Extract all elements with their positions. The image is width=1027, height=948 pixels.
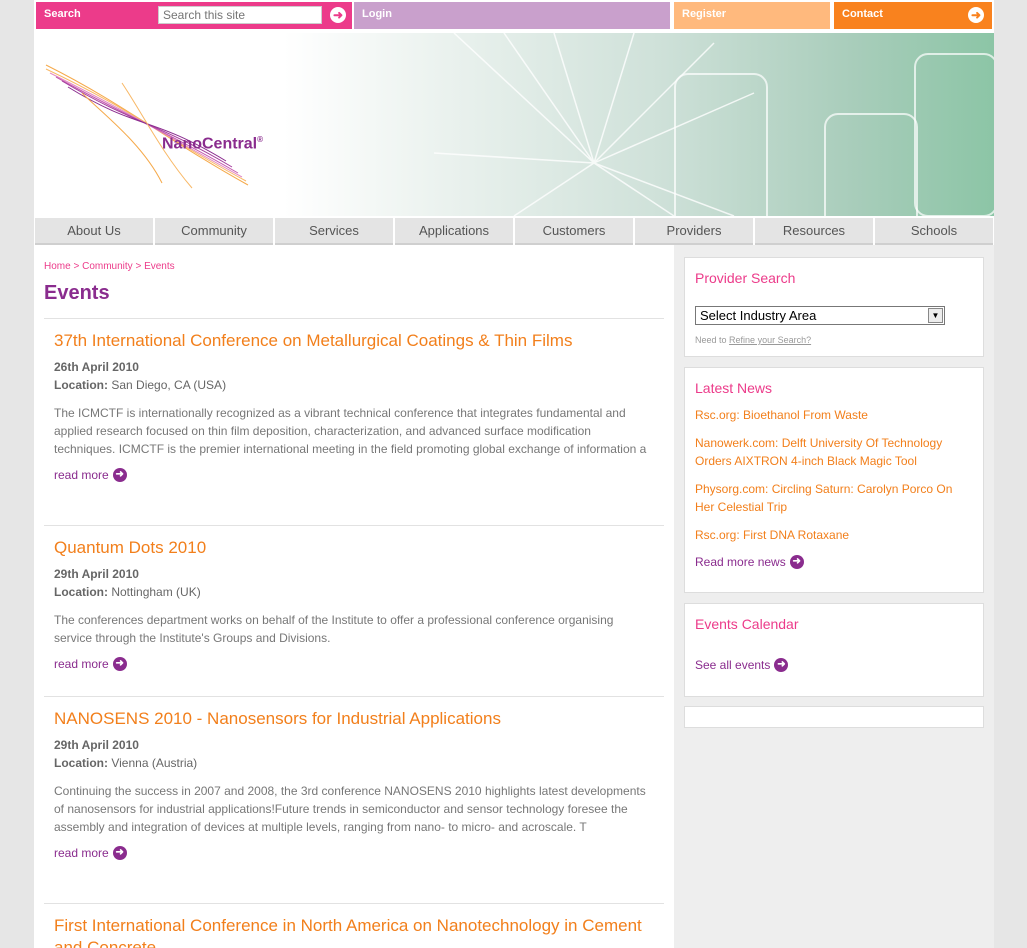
- brand-reg-mark: ®: [257, 135, 264, 144]
- breadcrumb: Home > Community > Events: [44, 261, 175, 272]
- arrow-right-icon: ➜: [112, 657, 127, 671]
- news-item[interactable]: Rsc.org: Bioethanol From Waste: [695, 406, 965, 424]
- login-panel[interactable]: Login: [354, 2, 670, 29]
- logo-swirl-icon: [45, 64, 249, 189]
- search-label: Search: [44, 8, 81, 20]
- breadcrumb-community[interactable]: Community: [82, 261, 133, 272]
- event-date: 26th April 2010: [54, 360, 139, 374]
- see-all-events-link[interactable]: See all events ➜: [695, 658, 789, 672]
- top-bar: Search ➜ Login Register Contact ➜: [34, 0, 994, 30]
- register-panel[interactable]: Register: [674, 2, 830, 29]
- refine-search-text: Need to Refine your Search?: [695, 335, 811, 345]
- nav-about-us[interactable]: About Us: [35, 218, 153, 245]
- location-value: San Diego, CA (USA): [111, 378, 227, 392]
- main-nav: About Us Community Services Applications…: [34, 217, 994, 245]
- event-description: Continuing the success in 2007 and 2008,…: [54, 784, 646, 834]
- arrow-right-icon: ➜: [789, 555, 804, 569]
- box-title: Provider Search: [695, 270, 796, 286]
- location-label: Location:: [54, 378, 108, 392]
- nav-providers[interactable]: Providers: [635, 218, 753, 245]
- read-more-link[interactable]: read more ➜: [54, 846, 664, 860]
- industry-area-select[interactable]: Select Industry Area ▼: [695, 306, 945, 325]
- nav-services[interactable]: Services: [275, 218, 393, 245]
- refine-search-link[interactable]: Refine your Search?: [729, 335, 811, 345]
- brand-name: NanoCentral: [162, 135, 258, 153]
- event-location: Location: San Diego, CA (USA): [54, 376, 664, 394]
- read-more-label: read more: [54, 846, 109, 860]
- event-location: Location: Vienna (Austria): [54, 754, 664, 772]
- news-item[interactable]: Physorg.com: Circling Saturn: Carolyn Po…: [695, 480, 965, 516]
- event-item: Quantum Dots 2010 29th April 2010 Locati…: [54, 537, 664, 671]
- page: Search ➜ Login Register Contact ➜: [34, 0, 994, 948]
- event-description: The conferences department works on beha…: [54, 613, 614, 645]
- event-title[interactable]: First International Conference in North …: [54, 915, 664, 948]
- search-input[interactable]: [158, 6, 322, 24]
- search-go-icon[interactable]: ➜: [330, 7, 346, 23]
- arrow-right-icon: ➜: [774, 658, 789, 672]
- location-label: Location:: [54, 585, 108, 599]
- event-location: Location: Nottingham (UK): [54, 583, 664, 601]
- arrow-right-icon: ➜: [112, 468, 127, 482]
- select-value: Select Industry Area: [700, 308, 817, 323]
- read-more-link[interactable]: read more ➜: [54, 468, 664, 482]
- search-panel: Search ➜: [36, 2, 352, 29]
- nanocentral-logo[interactable]: NanoCentral®: [42, 63, 263, 198]
- empty-box: [684, 706, 984, 728]
- event-description: The ICMCTF is internationally recognized…: [54, 406, 647, 456]
- read-more-news-label: Read more news: [695, 555, 786, 569]
- breadcrumb-home[interactable]: Home: [44, 261, 71, 272]
- login-label: Login: [362, 8, 392, 20]
- divider: [44, 696, 664, 697]
- location-value: Nottingham (UK): [111, 585, 201, 599]
- box-title: Latest News: [695, 380, 773, 396]
- nav-customers[interactable]: Customers: [515, 218, 633, 245]
- arrow-right-icon: ➜: [112, 846, 127, 860]
- events-calendar-box: Events Calendar See all events ➜: [684, 603, 984, 697]
- read-more-label: read more: [54, 468, 109, 482]
- contact-label: Contact: [842, 8, 883, 20]
- contact-go-icon[interactable]: ➜: [968, 7, 984, 23]
- breadcrumb-events[interactable]: Events: [144, 261, 175, 272]
- event-item: NANOSENS 2010 - Nanosensors for Industri…: [54, 708, 664, 860]
- event-title[interactable]: 37th International Conference on Metallu…: [54, 330, 664, 352]
- nav-community[interactable]: Community: [155, 218, 273, 245]
- see-all-events-label: See all events: [695, 658, 771, 672]
- divider: [44, 903, 664, 904]
- read-more-link[interactable]: read more ➜: [54, 657, 664, 671]
- news-item[interactable]: Rsc.org: First DNA Rotaxane: [695, 526, 965, 544]
- box-title: Events Calendar: [695, 616, 799, 632]
- register-label: Register: [682, 8, 727, 20]
- location-label: Location:: [54, 756, 108, 770]
- refine-prefix: Need to: [695, 335, 727, 345]
- provider-search-box: Provider Search Select Industry Area ▼ N…: [684, 257, 984, 357]
- nav-resources[interactable]: Resources: [755, 218, 873, 245]
- chevron-down-icon[interactable]: ▼: [928, 308, 943, 323]
- location-value: Vienna (Austria): [111, 756, 198, 770]
- logo-text: NanoCentral®: [162, 135, 263, 153]
- read-more-news-link[interactable]: Read more news ➜: [695, 555, 804, 569]
- read-more-label: read more: [54, 657, 109, 671]
- divider: [44, 525, 664, 526]
- event-title[interactable]: NANOSENS 2010 - Nanosensors for Industri…: [54, 708, 664, 730]
- event-title[interactable]: Quantum Dots 2010: [54, 537, 664, 559]
- contact-panel[interactable]: Contact ➜: [834, 2, 992, 29]
- breadcrumb-separator: >: [73, 261, 80, 272]
- sidebar: Provider Search Select Industry Area ▼ N…: [674, 245, 994, 948]
- header-banner: NanoCentral®: [34, 33, 994, 216]
- news-item[interactable]: Nanowerk.com: Delft University Of Techno…: [695, 434, 965, 470]
- divider: [44, 318, 664, 319]
- page-title: Events: [44, 282, 110, 304]
- nav-applications[interactable]: Applications: [395, 218, 513, 245]
- event-date: 29th April 2010: [54, 738, 139, 752]
- latest-news-box: Latest News Rsc.org: Bioethanol From Was…: [684, 367, 984, 593]
- event-item: First International Conference in North …: [54, 915, 664, 948]
- nav-schools[interactable]: Schools: [875, 218, 993, 245]
- event-item: 37th International Conference on Metallu…: [54, 330, 664, 482]
- breadcrumb-separator: >: [135, 261, 142, 272]
- event-date: 29th April 2010: [54, 567, 139, 581]
